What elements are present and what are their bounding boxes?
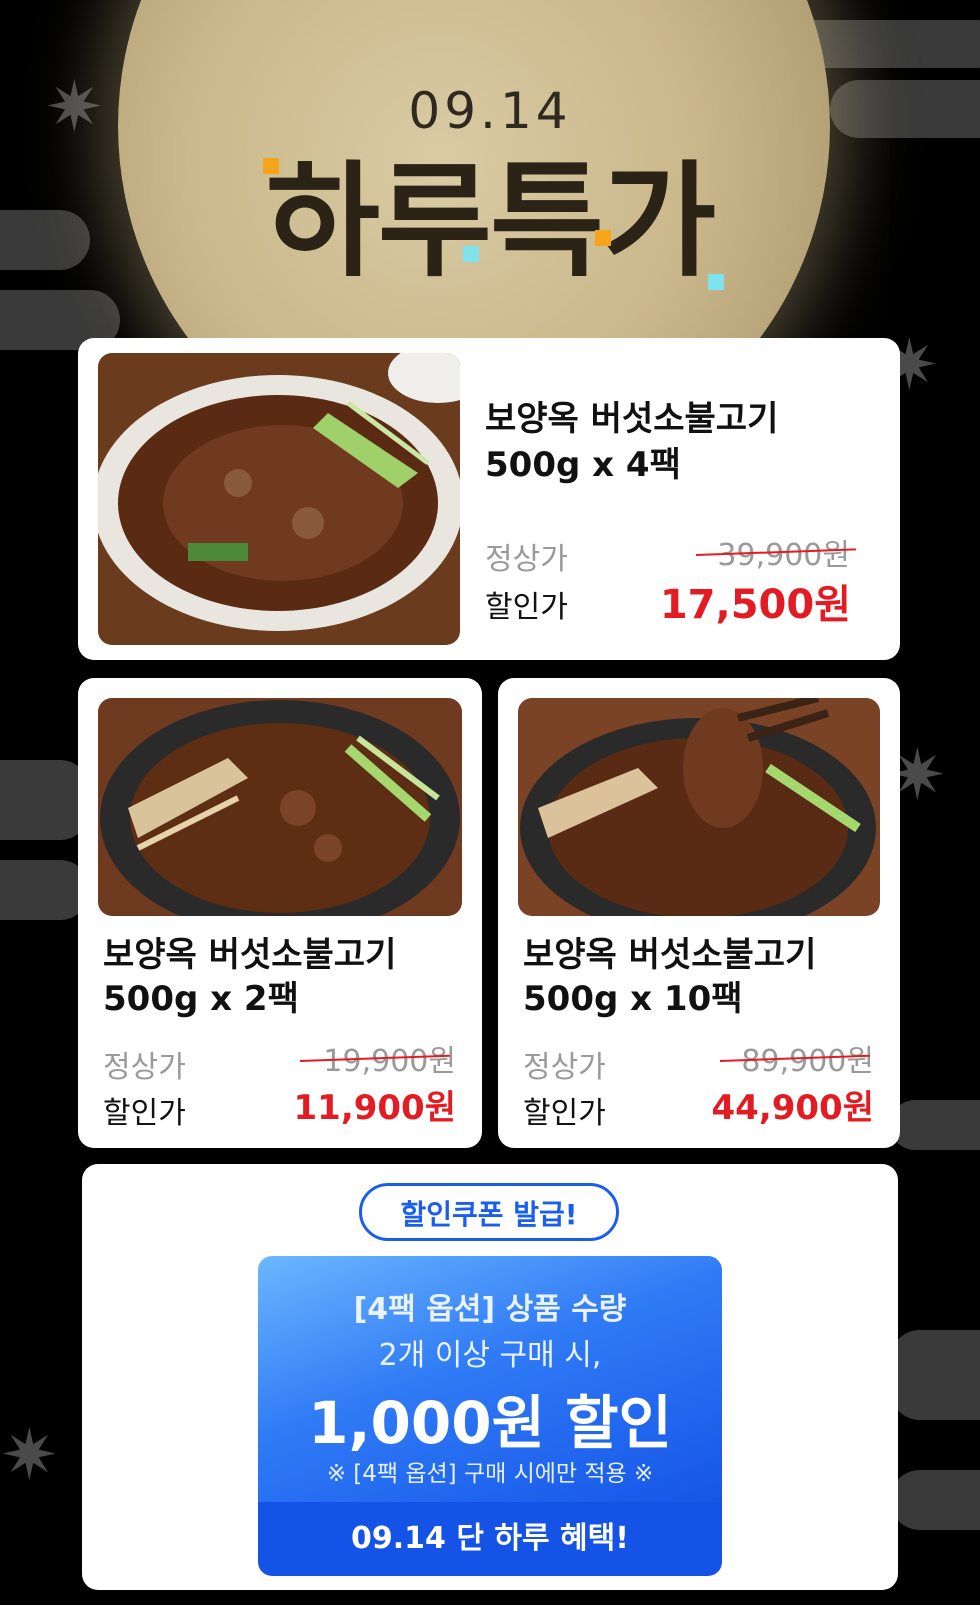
product-name: 보양옥 버섯소불고기 xyxy=(103,935,397,975)
one-day-benefit-button[interactable]: 09.14 단 하루 혜택! xyxy=(258,1502,722,1576)
product-card[interactable]: 보양옥 버섯소불고기 500g x 2팩 정상가 19,900원 할인가 11,… xyxy=(78,678,482,1148)
cloud-decoration xyxy=(0,860,90,920)
coupon-discount-amount: 1,000원 할인 xyxy=(308,1389,672,1457)
page-title: 하루특가 xyxy=(265,150,716,294)
accent-square xyxy=(708,274,724,290)
sale-price-label: 할인가 xyxy=(485,590,568,625)
product-card[interactable]: 보양옥 버섯소불고기 500g x 4팩 정상가 39,900원 할인가 17,… xyxy=(78,338,900,660)
coupon-note: ※ [4팩 옵션] 구매 시에만 적용 ※ xyxy=(326,1461,654,1487)
product-photo xyxy=(98,698,462,916)
accent-square xyxy=(463,246,479,262)
regular-price-label: 정상가 xyxy=(523,1050,606,1085)
product-photo xyxy=(98,353,460,645)
product-photo xyxy=(518,698,880,916)
coupon-option-text: [4팩 옵션] 상품 수량 xyxy=(353,1292,627,1327)
regular-price-label: 정상가 xyxy=(485,542,568,577)
product-name: 보양옥 버섯소불고기 xyxy=(485,399,779,439)
star-icon: ✷ xyxy=(0,1414,59,1496)
regular-price-label: 정상가 xyxy=(103,1050,186,1085)
sale-price: 44,900원 xyxy=(711,1088,874,1128)
cloud-decoration xyxy=(890,1470,980,1530)
sale-price-label: 할인가 xyxy=(523,1096,606,1131)
coupon-badge[interactable]: 할인쿠폰 발급! xyxy=(359,1183,619,1241)
sale-price: 17,500원 xyxy=(659,582,851,628)
cloud-decoration xyxy=(0,760,90,840)
coupon-condition-text: 2개 이상 구매 시, xyxy=(378,1338,602,1373)
sale-price: 11,900원 xyxy=(293,1088,456,1128)
sale-price-label: 할인가 xyxy=(103,1096,186,1131)
product-option: 500g x 2팩 xyxy=(103,979,299,1019)
cloud-decoration xyxy=(890,1330,980,1420)
product-option: 500g x 4팩 xyxy=(485,445,681,485)
coupon-panel: [4팩 옵션] 상품 수량 2개 이상 구매 시, 1,000원 할인 ※ [4… xyxy=(258,1256,722,1502)
product-card[interactable]: 보양옥 버섯소불고기 500g x 10팩 정상가 89,900원 할인가 44… xyxy=(498,678,900,1148)
accent-square xyxy=(595,230,611,246)
product-option: 500g x 10팩 xyxy=(523,979,743,1019)
product-name: 보양옥 버섯소불고기 xyxy=(523,935,817,975)
cloud-decoration xyxy=(890,1100,980,1150)
accent-square xyxy=(263,158,279,174)
event-date: 09.14 xyxy=(408,82,572,140)
